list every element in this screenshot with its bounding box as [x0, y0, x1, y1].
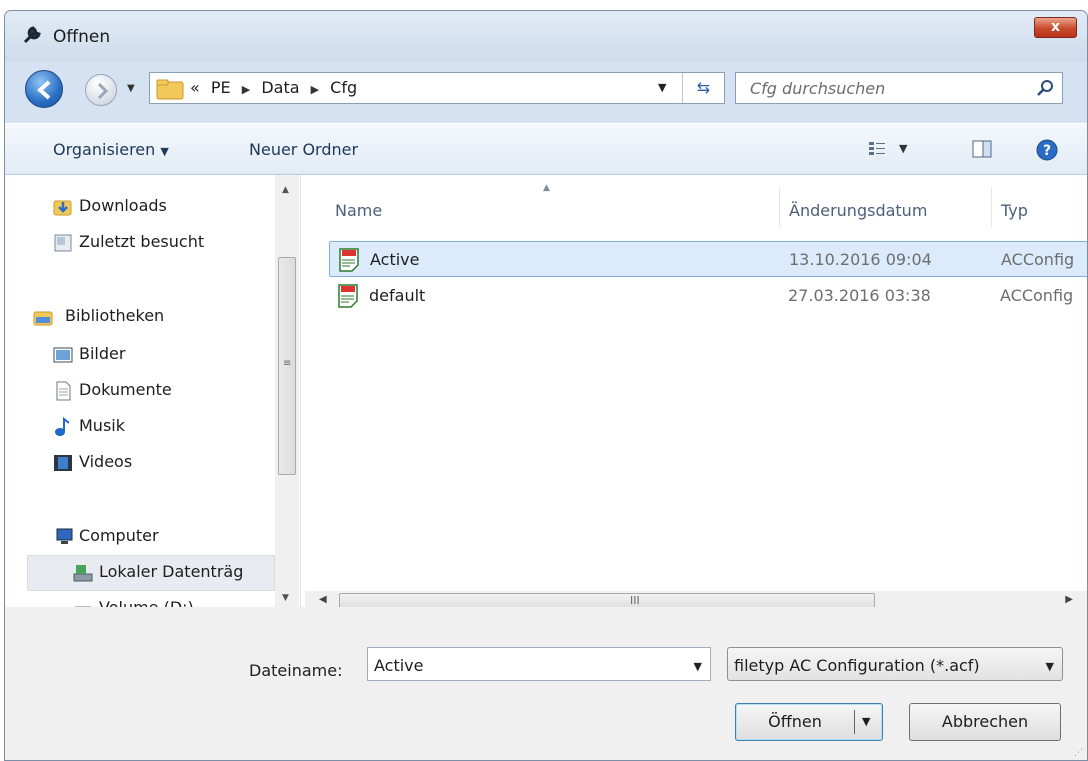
sort-ascending-icon: ▲	[543, 183, 550, 193]
column-header-type[interactable]: Typ	[1001, 201, 1028, 220]
arrow-right-icon	[97, 82, 109, 100]
table-row[interactable]: default 27.03.2016 03:38 ACConfig	[329, 278, 1087, 314]
preview-pane-icon[interactable]	[971, 138, 993, 160]
back-button[interactable]	[25, 70, 63, 108]
documents-icon	[56, 381, 71, 401]
file-name: default	[369, 286, 426, 305]
organize-label: Organisieren	[53, 140, 156, 159]
file-type: ACConfig	[1000, 286, 1074, 305]
videos-icon	[54, 455, 72, 471]
navigation-scrollbar[interactable]: ▲ ≡ ▼	[275, 175, 299, 607]
config-file-icon	[338, 284, 358, 308]
scroll-left-icon[interactable]: ◀	[319, 594, 327, 605]
search-input[interactable]: Cfg durchsuchen	[750, 79, 885, 98]
address-bar[interactable]: « PE ▶ Data ▶ Cfg ▼ ⇆	[149, 72, 725, 104]
open-file-dialog: Offnen x ▼ « PE ▶ Data ▶ Cfg ▼ ⇆ Cfg dur…	[4, 10, 1088, 761]
split-divider	[854, 710, 855, 734]
open-button[interactable]: Öffnen ▼	[735, 703, 883, 741]
command-bar: Organisieren ▼ Neuer Ordner ▼ ?	[5, 123, 1087, 175]
refresh-button[interactable]: ⇆	[682, 73, 724, 103]
arrow-left-icon	[36, 80, 51, 100]
navigation-pane: Downloads Zuletzt besucht Bibliotheken B…	[5, 175, 301, 617]
scroll-down-icon[interactable]: ▼	[282, 593, 289, 603]
column-separator[interactable]	[991, 187, 992, 227]
sidebar-item-label: Bibliotheken	[65, 306, 165, 325]
close-button[interactable]: x	[1034, 17, 1077, 38]
scroll-up-icon[interactable]: ▲	[282, 185, 289, 195]
column-header-date[interactable]: Änderungsdatum	[789, 201, 927, 220]
file-date: 27.03.2016 03:38	[788, 286, 931, 305]
recent-places-icon	[54, 234, 72, 252]
address-dropdown-icon[interactable]: ▼	[658, 81, 666, 94]
resize-grip-icon[interactable]: ⋰	[1074, 748, 1083, 758]
scrollbar-grip: III	[630, 594, 640, 607]
file-type-value: filetyp AC Configuration (*.acf)	[734, 656, 980, 675]
breadcrumb: « PE ▶ Data ▶ Cfg	[190, 78, 363, 97]
file-type: ACConfig	[1001, 250, 1075, 269]
search-icon[interactable]	[1036, 79, 1054, 97]
sidebar-item-label: Zuletzt besucht	[79, 232, 205, 251]
music-icon	[55, 417, 70, 436]
close-icon: x	[1050, 19, 1061, 35]
filename-value: Active	[374, 656, 424, 675]
folder-icon	[156, 79, 184, 100]
sidebar-item-label: Bilder	[79, 344, 126, 363]
scrollbar-grip: ≡	[283, 358, 292, 369]
sidebar-item-label: Computer	[79, 526, 159, 545]
column-header-name[interactable]: Name	[335, 201, 382, 220]
forward-button[interactable]	[85, 74, 117, 106]
sidebar-item-label: Dokumente	[79, 380, 172, 399]
title-bar: Offnen x	[5, 11, 1087, 61]
filename-field[interactable]: Active ▼	[367, 647, 711, 681]
filename-label: Dateiname:	[249, 661, 343, 680]
browser-area: Downloads Zuletzt besucht Bibliotheken B…	[5, 175, 1087, 617]
chevron-down-icon: ▼	[160, 145, 169, 158]
navigation-bar: ▼ « PE ▶ Data ▶ Cfg ▼ ⇆ Cfg durchsuchen	[5, 61, 1087, 123]
open-button-label: Öffnen	[768, 712, 822, 731]
breadcrumb-separator-icon[interactable]: ▶	[311, 83, 319, 96]
chevron-down-icon[interactable]: ▼	[694, 660, 702, 673]
search-box[interactable]: Cfg durchsuchen	[735, 72, 1063, 104]
breadcrumb-item-pe[interactable]: PE	[211, 78, 231, 97]
breadcrumb-overflow[interactable]: «	[190, 78, 200, 97]
sidebar-item-label: Musik	[79, 416, 125, 435]
wrench-app-icon	[23, 26, 41, 44]
downloads-folder-icon	[53, 200, 72, 216]
local-disk-icon	[73, 565, 93, 582]
breadcrumb-item-cfg[interactable]: Cfg	[330, 78, 357, 97]
config-file-icon	[339, 248, 359, 272]
breadcrumb-item-data[interactable]: Data	[261, 78, 299, 97]
file-type-select[interactable]: filetyp AC Configuration (*.acf) ▼	[727, 647, 1063, 681]
file-list: ▲ Name Änderungsdatum Typ Active 13.10.2…	[305, 175, 1087, 607]
scroll-right-icon[interactable]: ▶	[1065, 594, 1073, 605]
column-separator[interactable]	[779, 187, 780, 227]
recent-locations-dropdown-icon[interactable]: ▼	[127, 83, 135, 94]
breadcrumb-separator-icon[interactable]: ▶	[242, 83, 250, 96]
sidebar-item-label: Videos	[79, 452, 133, 471]
new-folder-button[interactable]: Neuer Ordner	[249, 140, 358, 159]
table-row[interactable]: Active 13.10.2016 09:04 ACConfig	[329, 241, 1087, 277]
refresh-icon: ⇆	[696, 78, 711, 97]
computer-icon	[56, 528, 73, 544]
chevron-down-icon: ▼	[1045, 660, 1054, 673]
libraries-icon	[33, 311, 53, 326]
file-name: Active	[370, 250, 420, 269]
view-dropdown-icon[interactable]: ▼	[899, 142, 907, 155]
sidebar-item-label: Downloads	[79, 196, 167, 215]
scrollbar-thumb[interactable]: ≡	[278, 257, 296, 475]
dialog-footer: Dateiname: Active ▼ filetyp AC Configura…	[5, 607, 1087, 760]
svg-text:?: ?	[1043, 143, 1051, 159]
view-options-icon[interactable]	[867, 138, 889, 160]
file-date: 13.10.2016 09:04	[789, 250, 932, 269]
pictures-icon	[53, 347, 73, 363]
cancel-button[interactable]: Abbrechen	[909, 703, 1061, 741]
chevron-down-icon[interactable]: ▼	[862, 704, 870, 740]
window-title: Offnen	[53, 27, 111, 47]
help-icon[interactable]: ?	[1035, 138, 1059, 162]
sidebar-item-label: Lokaler Datenträg	[99, 562, 244, 581]
organize-menu-button[interactable]: Organisieren ▼	[53, 140, 169, 159]
